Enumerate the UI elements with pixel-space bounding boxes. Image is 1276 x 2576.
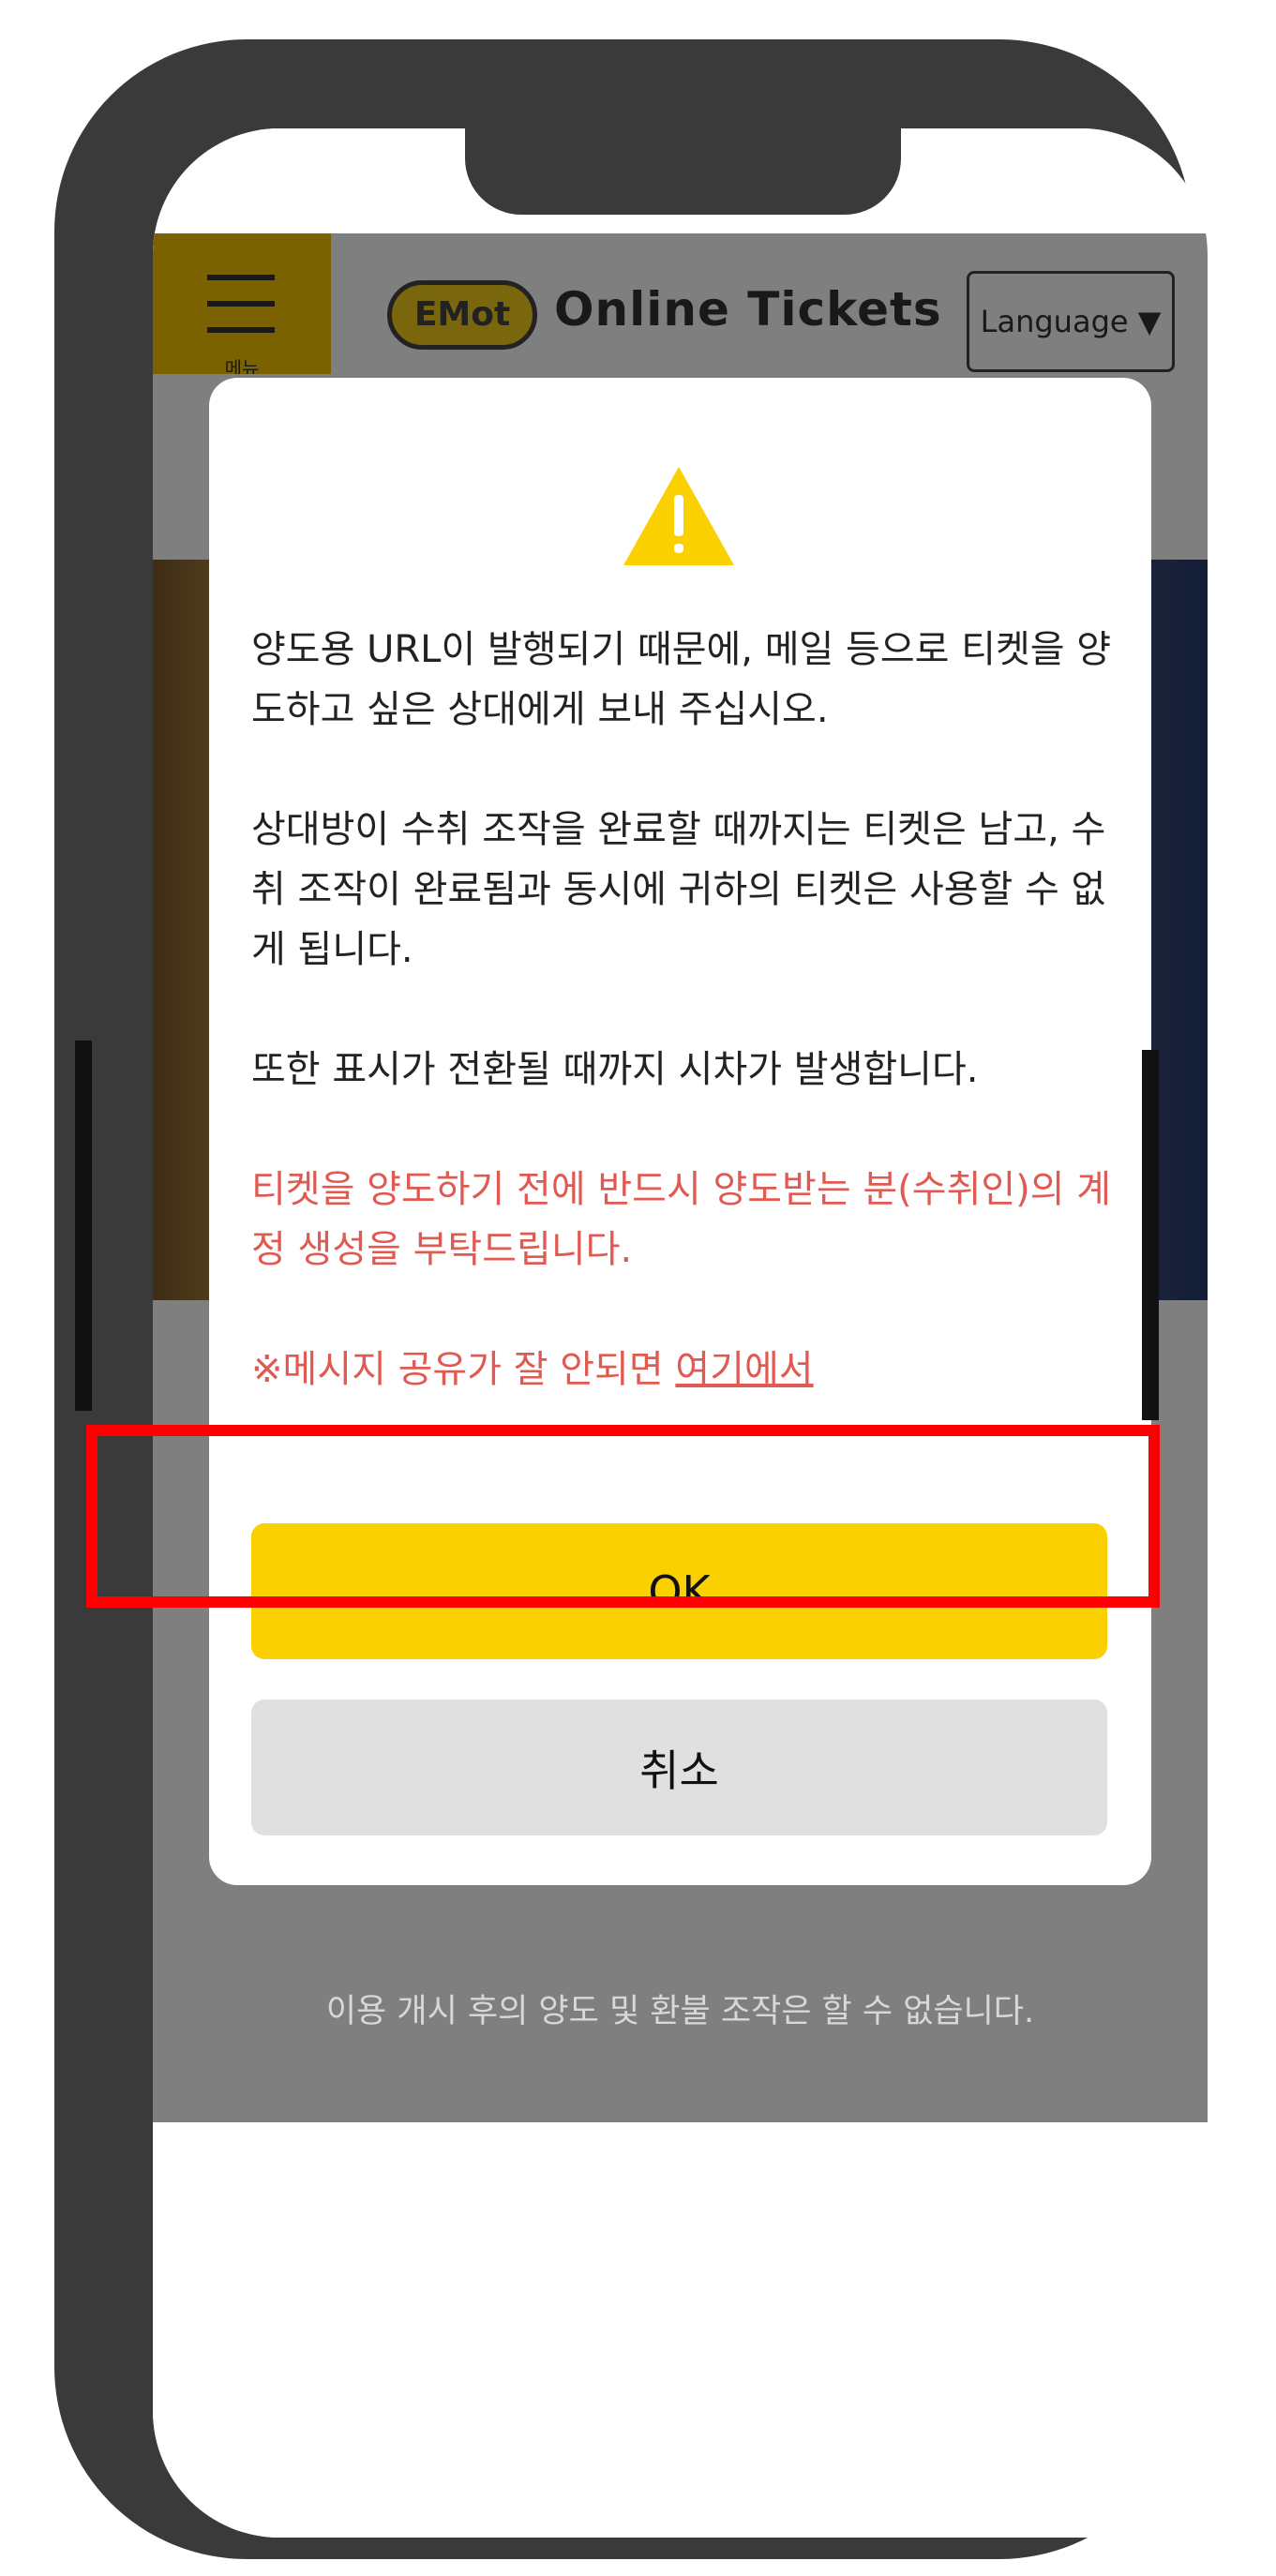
side-button-right (1142, 1050, 1159, 1420)
phone-screen: 메뉴 EMot Online Tickets Language ▼ 이용 개시 … (153, 128, 1208, 2538)
share-link[interactable]: 여기에서 (675, 1348, 813, 1391)
page-bottom (153, 2122, 1208, 2538)
warning-icon (623, 467, 734, 565)
dialog-message: 양도용 URL이 발행되기 때문에, 메일 등으로 티켓을 양도하고 싶은 상대… (251, 620, 1114, 1460)
side-button-left (75, 1041, 92, 1411)
dialog-warning-text: 티켓을 양도하기 전에 반드시 양도받는 분(수취인)의 계정 생성을 부탁드립… (251, 1168, 1112, 1271)
share-note-prefix: ※메시지 공유가 잘 안되면 (251, 1348, 676, 1391)
ok-button-highlight (86, 1425, 1160, 1608)
cancel-button[interactable]: 취소 (251, 1700, 1107, 1835)
phone-notch (465, 116, 901, 215)
stage: 메뉴 EMot Online Tickets Language ▼ 이용 개시 … (0, 0, 1276, 2576)
dialog-paragraph-3: 또한 표시가 전환될 때까지 시차가 발생합니다. (251, 1048, 979, 1091)
dialog-paragraph-1: 양도용 URL이 발행되기 때문에, 메일 등으로 티켓을 양도하고 싶은 상대… (251, 628, 1112, 731)
share-note: ※메시지 공유가 잘 안되면 여기에서 (251, 1340, 1114, 1400)
footnote: 이용 개시 후의 양도 및 환불 조작은 할 수 없습니다. (325, 1993, 1035, 2030)
dialog-paragraph-2: 상대방이 수취 조작을 완료할 때까지는 티켓은 남고, 수취 조작이 완료됨과… (251, 808, 1106, 971)
transfer-dialog: 양도용 URL이 발행되기 때문에, 메일 등으로 티켓을 양도하고 싶은 상대… (209, 378, 1151, 1885)
app: 메뉴 EMot Online Tickets Language ▼ 이용 개시 … (153, 128, 1208, 2538)
phone-frame: 메뉴 EMot Online Tickets Language ▼ 이용 개시 … (54, 39, 1208, 2559)
